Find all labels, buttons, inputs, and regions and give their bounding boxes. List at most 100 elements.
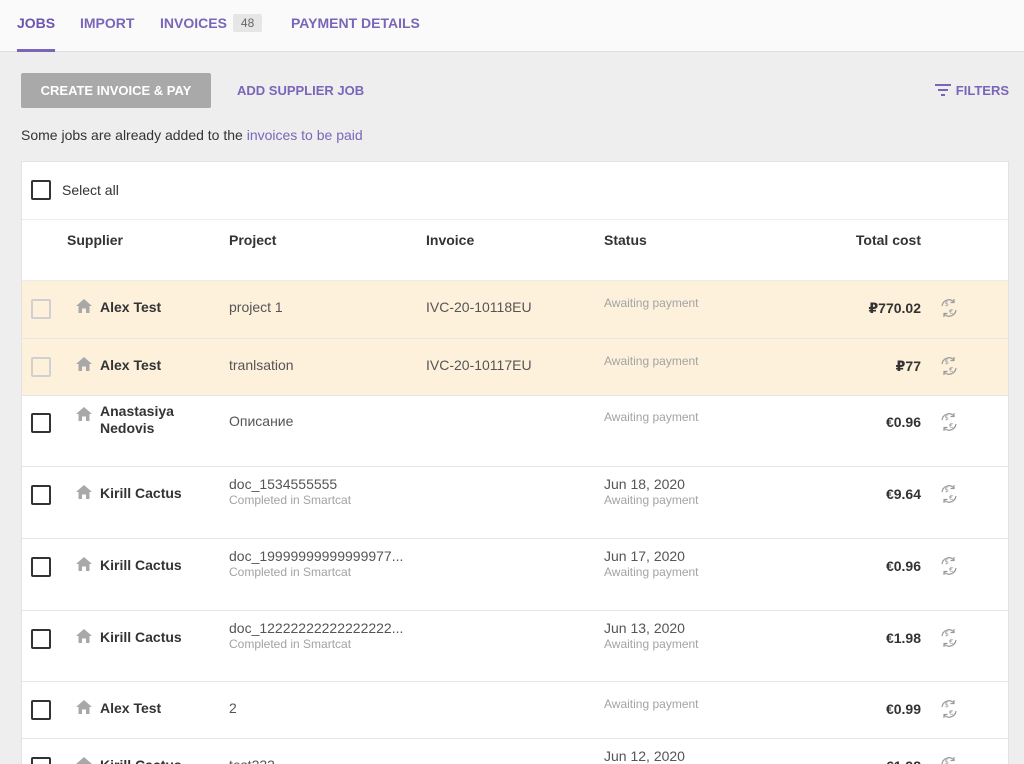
filters-button[interactable]: FILTERS [934,73,1009,108]
currency-exchange-icon[interactable]: $€ [938,555,960,577]
column-header-invoice[interactable]: Invoice [426,232,474,248]
tab-label: PAYMENT DETAILS [291,15,420,31]
svg-text:$: $ [945,358,949,366]
supplier-name[interactable]: Alex Test [100,357,210,374]
project-name[interactable]: test233 [229,757,409,764]
status-text: Awaiting payment [604,296,699,310]
house-icon [75,699,93,715]
project-name[interactable]: project 1 [229,299,409,315]
project-subtext: Completed in Smartcat [229,493,352,507]
select-all-label: Select all [62,182,119,198]
svg-text:€: € [949,366,953,374]
supplier-name[interactable]: Anastasiya Nedovis [100,403,210,437]
project-name[interactable]: doc_1534555555 [229,476,409,492]
svg-text:$: $ [945,300,949,308]
currency-exchange-icon[interactable]: $€ [938,698,960,720]
house-icon [75,628,93,644]
house-icon [75,356,93,372]
svg-text:$: $ [945,758,949,764]
status-text: Awaiting payment [604,565,699,579]
total-cost: ₽770.02 [868,300,921,316]
house-icon [75,484,93,500]
select-all-checkbox[interactable] [31,180,51,200]
project-name[interactable]: tranlsation [229,357,409,373]
tab-label: JOBS [17,15,56,31]
currency-exchange-icon[interactable]: $€ [938,755,960,764]
job-date: Jun 13, 2020 [604,620,685,636]
status-text: Awaiting payment [604,637,699,651]
currency-exchange-icon[interactable]: $€ [938,627,960,649]
total-cost: €0.99 [885,701,921,717]
table-row[interactable]: Alex Test 2 Awaiting payment €0.99 $ € [22,682,1008,739]
svg-text:€: € [949,494,953,502]
invoice-number[interactable]: IVC-20-10118EU [426,299,532,315]
add-supplier-job-button[interactable]: ADD SUPPLIER JOB [237,73,364,108]
status-text: Awaiting payment [604,410,699,424]
invoices-to-be-paid-link[interactable]: invoices to be paid [247,127,363,143]
status-text: Awaiting payment [604,354,699,368]
table-row[interactable]: Anastasiya Nedovis Описание Awaiting payme… [22,396,1008,467]
row-checkbox[interactable] [31,700,51,720]
table-row[interactable]: Alex Test tranlsation IVC-20-10117EU Awaiti… [22,339,1008,396]
project-subtext: Completed in Smartcat [229,637,352,651]
top-tabs: JOBS IMPORT INVOICES 48 PAYMENT DETAILS [0,0,1024,52]
column-header-project[interactable]: Project [229,232,276,248]
column-header-total-cost[interactable]: Total cost [856,232,921,248]
tab-label: IMPORT [80,15,135,31]
svg-text:$: $ [945,630,949,638]
row-checkbox[interactable] [31,757,51,764]
row-checkbox[interactable] [31,557,51,577]
svg-text:€: € [949,566,953,574]
jobs-table: Select all Supplier Project Invoice Stat… [21,161,1009,764]
job-date: Jun 18, 2020 [604,476,685,492]
currency-exchange-icon[interactable]: $€ [938,483,960,505]
row-checkbox [31,357,51,377]
tab-jobs[interactable]: JOBS [17,0,56,52]
table-row[interactable]: Kirill Cactus doc_1534555555 Completed in … [22,467,1008,539]
row-checkbox[interactable] [31,485,51,505]
table-row[interactable]: Alex Test project 1 IVC-20-10118EU Awaiting… [22,281,1008,339]
tab-invoices[interactable]: INVOICES 48 [160,0,263,52]
currency-exchange-icon[interactable]: $€ [938,411,960,433]
currency-exchange-icon[interactable]: $€ [938,297,960,319]
house-icon [75,406,93,422]
filter-icon [934,84,951,96]
tab-import[interactable]: IMPORT [80,0,134,52]
supplier-name[interactable]: Alex Test [100,299,210,316]
row-checkbox[interactable] [31,629,51,649]
svg-text:$: $ [945,414,949,422]
tab-payment-details[interactable]: PAYMENT DETAILS [291,0,420,52]
svg-text:$: $ [945,486,949,494]
notice-text: Some jobs are already added to the [21,127,247,143]
supplier-name[interactable]: Alex Test [100,700,210,717]
svg-text:$: $ [945,558,949,566]
supplier-name[interactable]: Kirill Cactus [100,757,210,764]
house-icon [75,556,93,572]
total-cost: €0.96 [885,558,921,574]
table-row[interactable]: Kirill Cactus test233 Jun 12, 2020 €1.98 $€ [22,739,1008,764]
create-invoice-pay-button[interactable]: CREATE INVOICE & PAY [21,73,211,108]
project-name[interactable]: doc_19999999999999977... [229,548,409,564]
project-name[interactable]: Описание [229,413,409,429]
invoice-number[interactable]: IVC-20-10117EU [426,357,532,373]
project-subtext: Completed in Smartcat [229,565,352,579]
total-cost: €9.64 [885,486,921,502]
status-text: Awaiting payment [604,493,699,507]
column-header-supplier[interactable]: Supplier [67,232,123,248]
project-name[interactable]: doc_12222222222222222... [229,620,409,636]
supplier-name[interactable]: Kirill Cactus [100,485,210,502]
currency-exchange-icon[interactable]: $€ [938,355,960,377]
supplier-name[interactable]: Kirill Cactus [100,629,210,646]
column-header-status[interactable]: Status [604,232,647,248]
tab-label: INVOICES [160,15,227,31]
invoices-count-badge: 48 [232,14,263,32]
total-cost: €0.96 [885,414,921,430]
svg-text:€: € [949,422,953,430]
supplier-name[interactable]: Kirill Cactus [100,557,210,574]
row-checkbox[interactable] [31,413,51,433]
table-row[interactable]: Kirill Cactus doc_12222222222222222... Com… [22,611,1008,682]
filters-label: FILTERS [955,83,1009,98]
project-name[interactable]: 2 [229,700,409,716]
svg-text:€: € [949,709,953,717]
table-row[interactable]: Kirill Cactus doc_19999999999999977... Com… [22,539,1008,611]
